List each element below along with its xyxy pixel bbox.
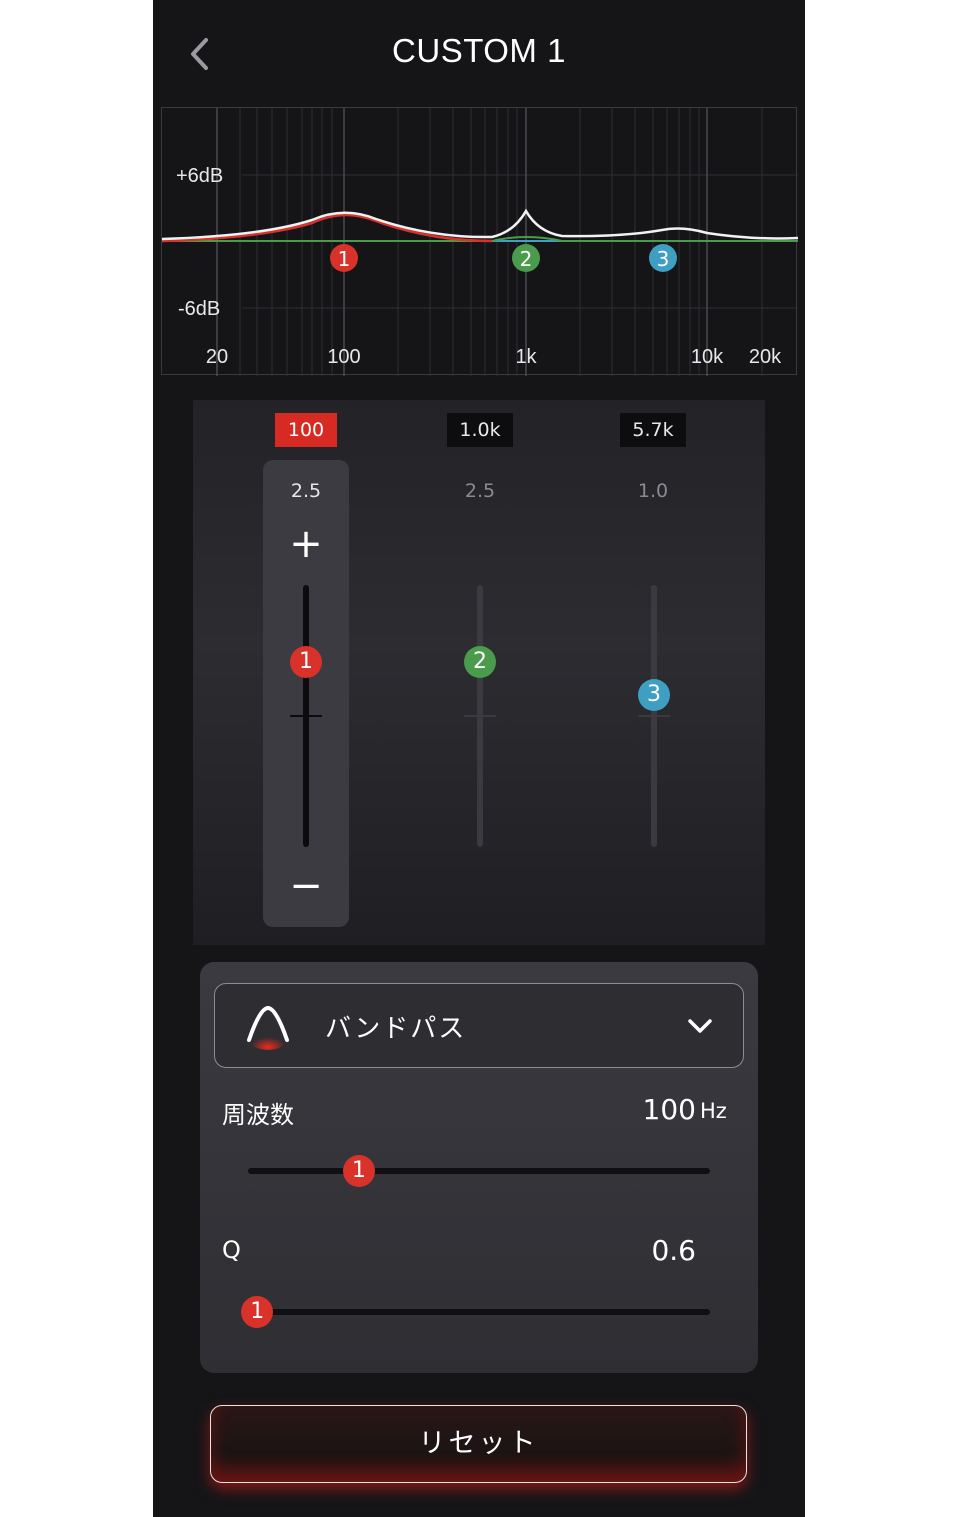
x-label-20k: 20k	[749, 346, 782, 368]
filter-settings-panel: バンドパス 周波数 100 Hz 1 Q 0.6 1	[200, 962, 758, 1373]
band-1-freq-tag[interactable]: 100	[275, 413, 337, 447]
graph-marker-label-2: 2	[520, 247, 533, 271]
reset-button[interactable]: リセット	[210, 1405, 747, 1483]
band-2-freq-tag[interactable]: 1.0k	[447, 413, 513, 447]
q-label: Q	[222, 1236, 241, 1264]
band-1-q-value: 2.5	[290, 480, 322, 502]
filter-type-label: バンドパス	[325, 1014, 467, 1044]
chevron-down-icon	[685, 1012, 715, 1040]
band-3-gain-knob[interactable]: 3	[638, 679, 670, 711]
graph-marker-label-1: 1	[338, 247, 351, 271]
q-slider-knob[interactable]: 1	[241, 1296, 274, 1328]
x-label-20: 20	[206, 346, 228, 368]
gain-plus-button[interactable]: +	[286, 524, 326, 564]
app-screen: CUSTOM 1 +6dB -6dB 20 100 1k 10k 20k 1 2…	[153, 0, 805, 1517]
x-label-1k: 1k	[515, 346, 537, 368]
frequency-label: 周波数	[222, 1101, 294, 1129]
band-gain-panel: 100 1.0k 5.7k 2.5 2.5 1.0 + − 1 2 3	[193, 400, 765, 945]
y-label-top: +6dB	[176, 165, 223, 187]
page-title: CUSTOM 1	[392, 32, 566, 69]
y-label-bottom: -6dB	[178, 298, 220, 320]
q-value: 0.6	[651, 1234, 696, 1267]
band-2-zero-tick	[464, 715, 496, 717]
band-2-q-value: 2.5	[464, 480, 496, 502]
q-slider-track[interactable]	[248, 1309, 710, 1315]
header: CUSTOM 1	[153, 0, 805, 105]
band-3-zero-tick	[638, 715, 670, 717]
band-1-zero-tick	[290, 715, 322, 717]
band-3-q-value: 1.0	[637, 480, 669, 502]
gain-minus-button[interactable]: −	[286, 866, 326, 906]
x-label-100: 100	[327, 346, 360, 368]
bandpass-icon	[243, 1000, 293, 1050]
graph-marker-label-3: 3	[657, 247, 670, 271]
frequency-slider-track[interactable]	[248, 1168, 710, 1174]
x-label-10k: 10k	[691, 346, 724, 368]
band-2-gain-knob[interactable]: 2	[464, 646, 496, 678]
frequency-value: 100	[642, 1093, 696, 1126]
eq-graph[interactable]: +6dB -6dB 20 100 1k 10k 20k 1 2 3	[161, 107, 798, 376]
band-1-gain-knob[interactable]: 1	[290, 646, 322, 678]
frequency-slider-knob[interactable]: 1	[342, 1155, 375, 1187]
filter-type-dropdown[interactable]: バンドパス	[214, 983, 744, 1068]
band-3-freq-tag[interactable]: 5.7k	[620, 413, 686, 447]
frequency-unit: Hz	[700, 1099, 727, 1123]
